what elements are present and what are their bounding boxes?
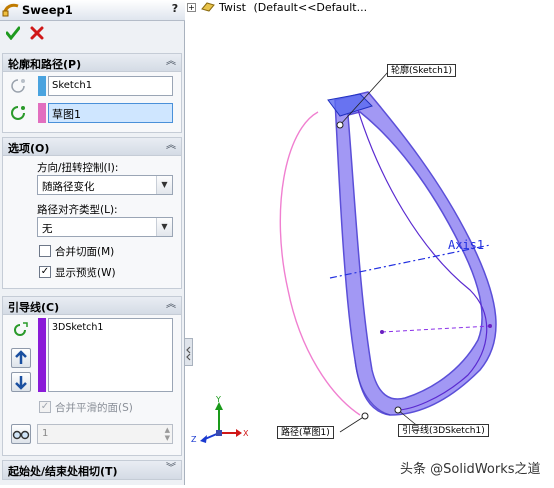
sweep-feature-icon [2,2,20,18]
graphics-viewport[interactable]: 轮廓(Sketch1) Axis1 路径(草图1) 引导线(3DSketch1)… [188,14,554,485]
guide-curves-list[interactable]: 3DSketch1 [48,318,173,392]
part-icon [200,2,215,12]
guide-curves-header[interactable]: 引导线(C) ︽ [3,297,181,315]
glasses-icon [12,430,30,440]
group-title: 引导线(C) [8,301,60,314]
options-group: 选项(O) ︽ 方向/扭转控制(I): 随路径变化 ▼ 路径对齐类型(L): 无… [2,137,182,289]
guide-point [394,406,402,414]
group-title: 轮廓和路径(P) [8,58,82,71]
part-name: Twist [219,1,246,14]
ok-button[interactable] [5,26,21,41]
property-manager-header: Sweep1 ? [0,0,185,21]
arrow-up-icon [15,350,27,364]
check-icon [5,26,21,41]
reference-point [488,324,492,328]
sweep-preview [200,71,497,443]
feature-title: Sweep1 [22,3,73,17]
options-header[interactable]: 选项(O) ︽ [3,138,181,156]
list-item[interactable]: 3DSketch1 [49,319,172,336]
collapse-chevron-icon[interactable]: ︽ [165,139,177,153]
profile-row: Sketch1 [3,76,181,96]
path-callout[interactable]: 路径(草图1) [277,426,334,439]
profile-point [336,121,344,129]
triad-z-label: Z [191,435,197,444]
expand-chevron-icon[interactable]: ︾ [165,462,177,476]
profile-color-swatch [38,76,46,96]
reference-point [380,330,384,334]
show-preview-checkbox[interactable]: ✓ [39,266,51,278]
profile-callout[interactable]: 轮廓(Sketch1) [387,64,457,77]
triad-y-label: Y [216,395,221,404]
alignment-value: 无 [42,223,53,235]
profile-path-header[interactable]: 轮廓和路径(P) ︽ [3,54,181,72]
guide-curve-icon [11,321,29,339]
profile-path-group: 轮廓和路径(P) ︽ Sketch1 草图1 [2,53,182,133]
merge-smooth-checkbox[interactable]: ✓ [39,401,51,413]
configuration-name: (Default<<Default... [253,1,368,14]
chevron-down-icon: ▼ [156,218,172,236]
path-selection-box[interactable]: 草图1 [48,103,173,123]
path-point [361,412,369,420]
path-icon [9,104,27,122]
collapse-chevron-icon[interactable]: ︽ [165,55,177,69]
orientation-select[interactable]: 随路径变化 ▼ [37,175,173,195]
alignment-select[interactable]: 无 ▼ [37,217,173,237]
swept-body [334,91,497,416]
move-down-button[interactable] [11,372,31,392]
triad-x-label: X [243,429,249,438]
guide-color-swatch [38,318,46,392]
view-triad [200,402,242,443]
move-up-button[interactable] [11,348,31,368]
group-title: 选项(O) [8,142,50,155]
reference-line [381,325,491,333]
path-color-swatch [38,103,46,123]
help-icon[interactable]: ? [168,2,182,17]
orientation-label: 方向/扭转控制(I): [37,162,119,174]
show-sections-button[interactable] [11,424,31,444]
feature-tree-flyout[interactable]: + Twist (Default<<Default... [187,0,367,14]
leader-line [339,415,366,433]
axis-label: Axis1 [448,238,485,252]
collapse-chevron-icon[interactable]: ︽ [165,298,177,312]
merge-tangent-label: 合并切面(M) [55,246,115,258]
expand-icon[interactable]: + [187,3,196,12]
merge-smooth-label: 合并平滑的面(S) [55,402,133,414]
spin-value: 1 [42,428,49,439]
alignment-label: 路径对齐类型(L): [37,204,118,216]
start-end-tangency-group: 起始处/结束处相切(T) ︾ [2,460,182,480]
watermark: 头条 @SolidWorks之道 [400,462,541,477]
profile-icon [9,77,27,95]
guide-curves-group: 引导线(C) ︽ 3DSketch1 ✓ 合并平滑的面(S) 1 ▲ ▼ [2,296,182,456]
profile-selection-box[interactable]: Sketch1 [48,76,173,96]
merge-tangent-checkbox[interactable] [39,245,51,257]
spin-arrows-icon[interactable]: ▲ ▼ [165,426,170,442]
cancel-button[interactable] [30,26,44,40]
property-manager: Sweep1 ? 轮廓和路径(P) ︽ Sketch1 草图1 选项(O) ︽ … [0,0,185,485]
guide-callout[interactable]: 引导线(3DSketch1) [398,424,489,437]
group-title: 起始处/结束处相切(T) [8,465,118,478]
orientation-value: 随路径变化 [42,181,95,193]
chevron-down-icon: ▼ [156,176,172,194]
start-end-header[interactable]: 起始处/结束处相切(T) ︾ [3,461,181,479]
section-spin-box[interactable]: 1 ▲ ▼ [37,424,173,444]
arrow-down-icon [15,376,27,390]
x-icon [30,26,44,40]
show-preview-label: 显示预览(W) [55,267,116,279]
path-row: 草图1 [3,103,181,123]
